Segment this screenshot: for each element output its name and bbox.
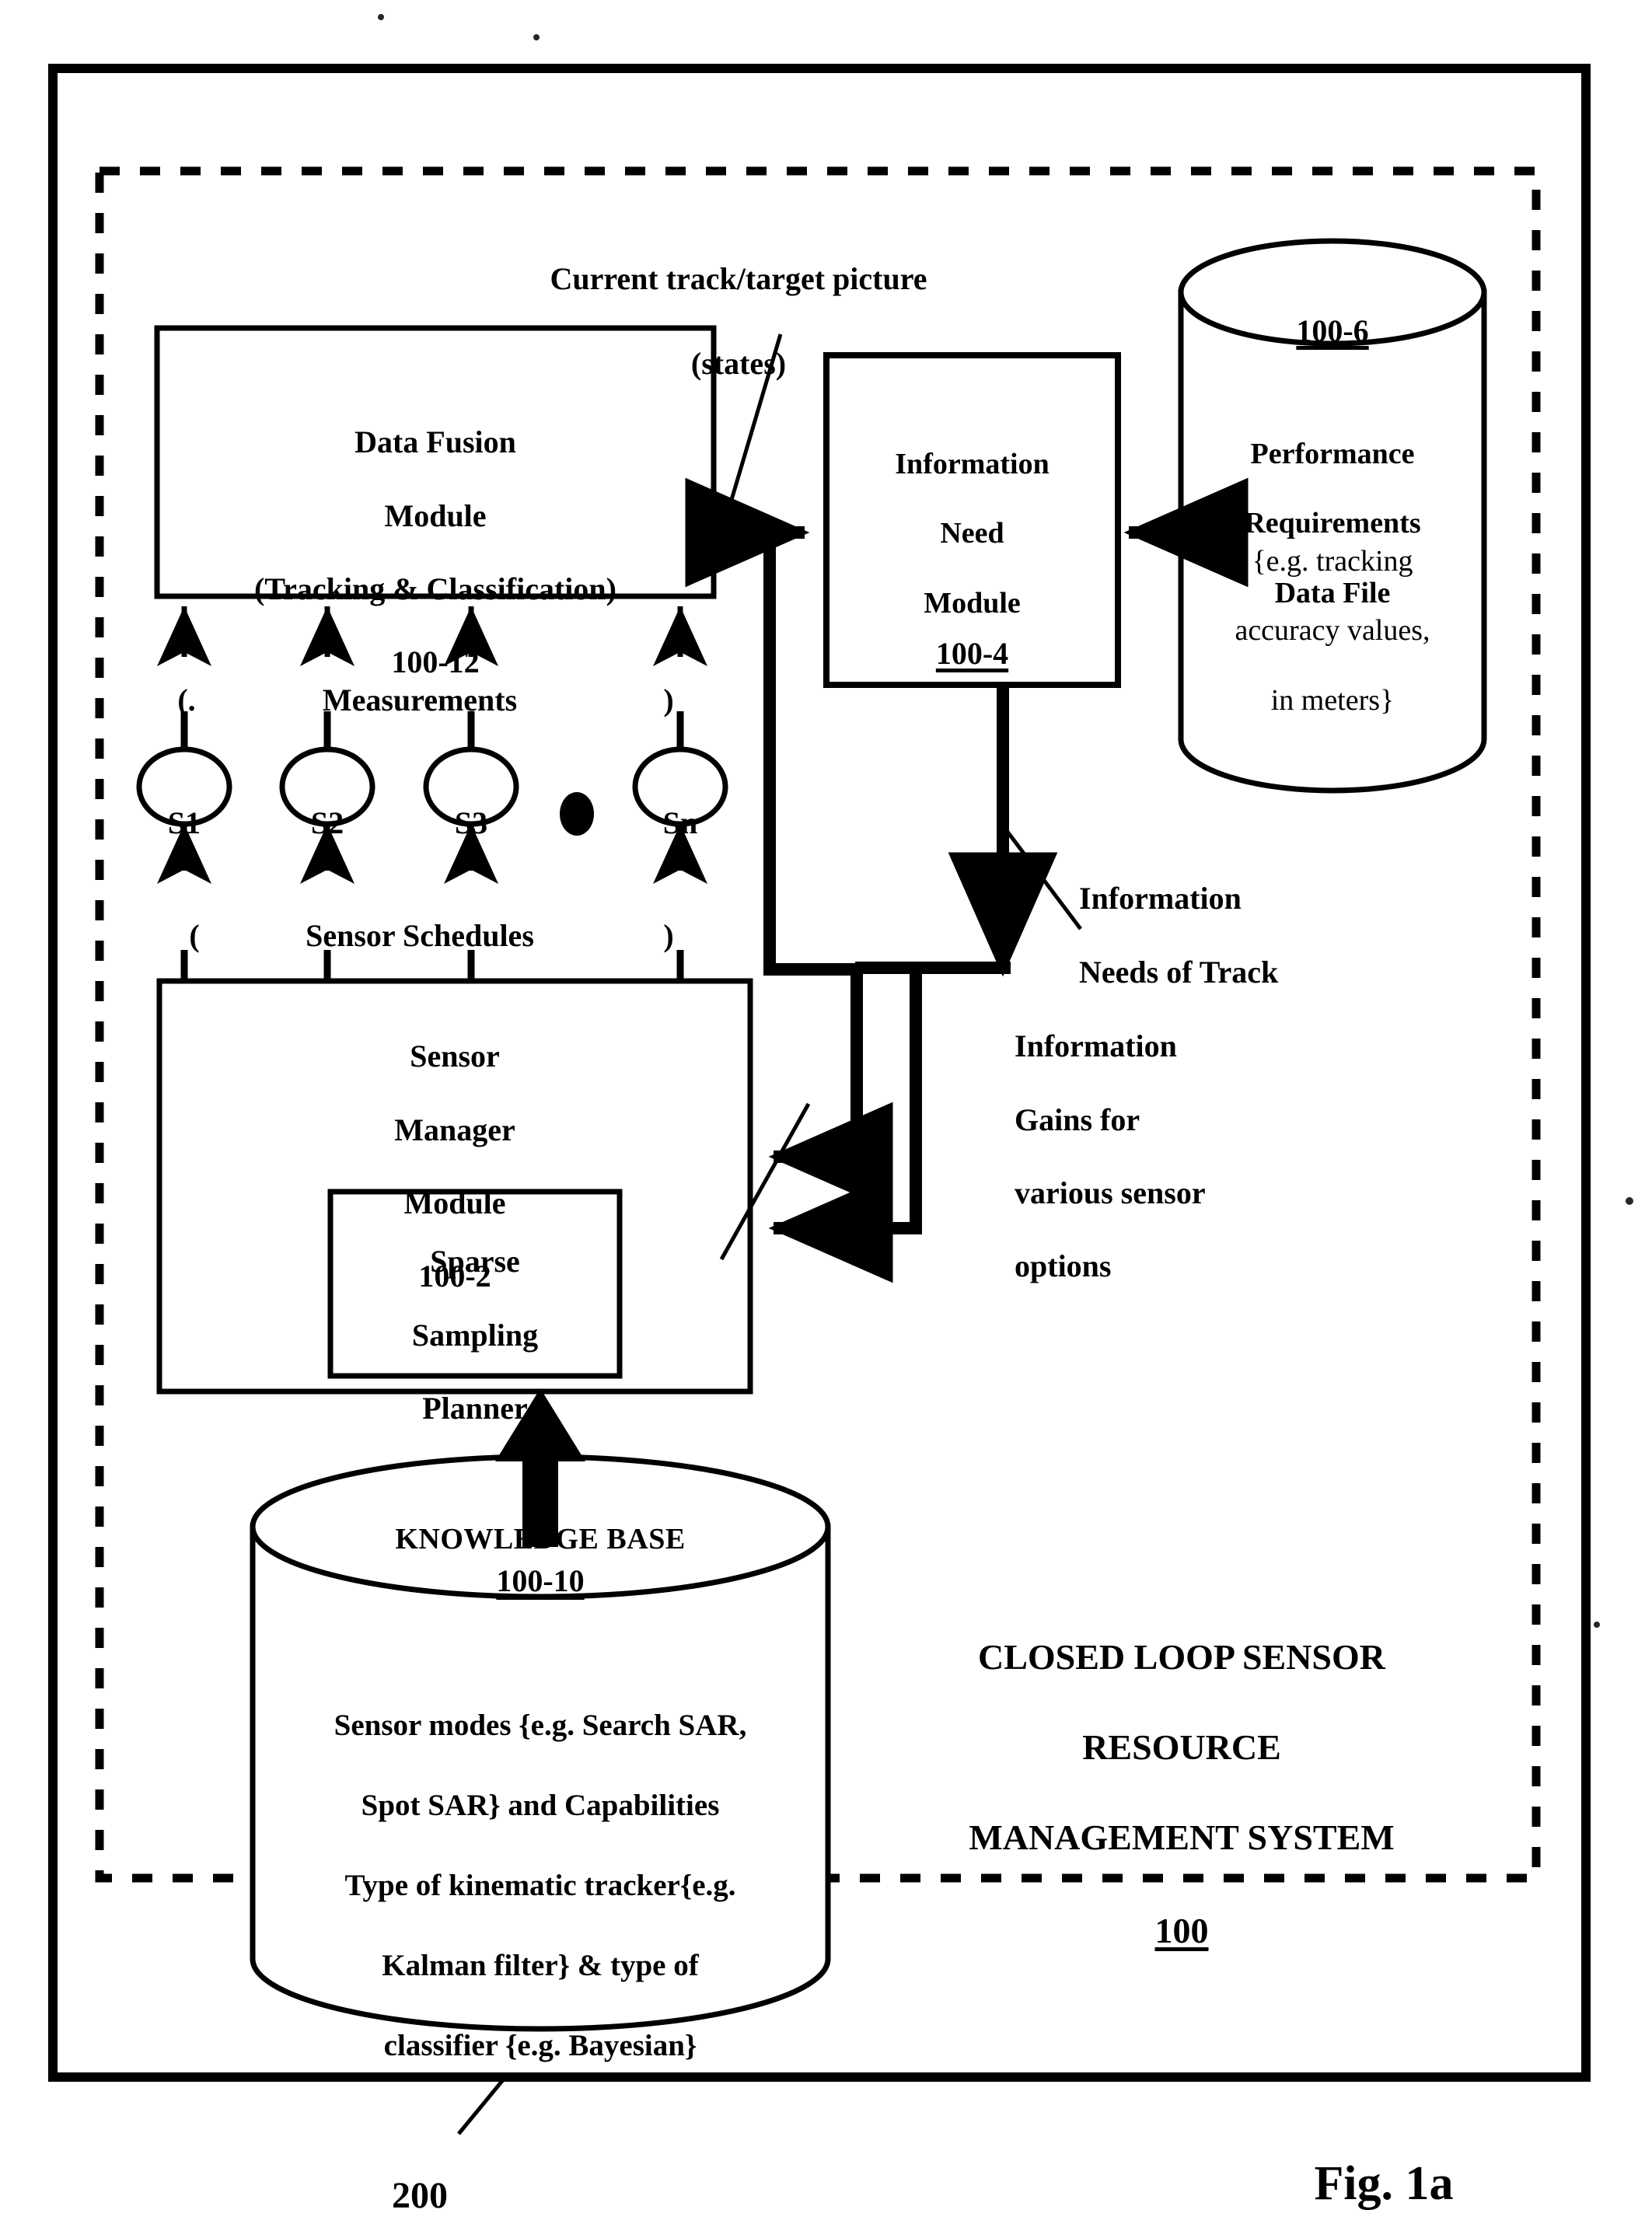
patent-figure-page: Current track/target picture (states) Da… bbox=[0, 0, 1652, 2231]
knowledge-base-body-line5: classifier {e.g. Bayesian} bbox=[383, 2029, 697, 2063]
measurements-open-paren: (. bbox=[155, 645, 218, 718]
sensor-manager-top-stems bbox=[180, 950, 684, 981]
system-title: CLOSED LOOP SENSOR RESOURCE MANAGEMENT S… bbox=[894, 1590, 1469, 1999]
performance-requirements-title-line1: Performance bbox=[1250, 437, 1415, 470]
info-gains-line4: options bbox=[1015, 1248, 1112, 1284]
information-need-line2: Need bbox=[940, 517, 1004, 550]
performance-requirements-note-line1: {e.g. tracking bbox=[1252, 544, 1413, 578]
info-needs-line2: Needs of Track bbox=[1079, 954, 1279, 990]
knowledge-base-body-line3: Type of kinematic tracker{e.g. bbox=[344, 1869, 736, 1903]
sparse-sampling-line1: Sparse bbox=[430, 1244, 520, 1280]
knowledge-base-ref: 100-10 bbox=[496, 1563, 585, 1599]
system-title-line1: CLOSED LOOP SENSOR bbox=[977, 1636, 1386, 1677]
info-gains-line3: various sensor bbox=[1015, 1175, 1206, 1210]
measurements-close-paren-text: ) bbox=[663, 683, 674, 718]
sensor-label-sn: Sn bbox=[635, 768, 725, 841]
data-fusion-line2: Module bbox=[384, 498, 487, 533]
performance-requirements-ref: 100-6 bbox=[1296, 313, 1369, 349]
schedules-close-paren-text: ) bbox=[663, 918, 674, 954]
measurements-label-text: Measurements bbox=[322, 683, 518, 718]
performance-requirements-ref-wrap: 100-6 bbox=[1181, 276, 1484, 349]
sparse-sampling-line3: Planner bbox=[422, 1390, 528, 1426]
figure-label: Fig. 1a bbox=[1228, 2099, 1539, 2212]
sensor-label-s3: S3 bbox=[426, 768, 516, 841]
info-needs-line1: Information bbox=[1079, 881, 1242, 916]
annotation-current-track-line1: Current track/target picture bbox=[550, 261, 927, 297]
schedules-open-paren-text: ( bbox=[189, 918, 200, 954]
knowledge-base-body-line1: Sensor modes {e.g. Search SAR, bbox=[334, 1709, 747, 1743]
sensor-label-s2: S2 bbox=[282, 768, 372, 841]
measurements-close-paren: ) bbox=[637, 645, 700, 718]
annotation-current-track-line2: (states) bbox=[690, 345, 787, 381]
measurements-label: Measurements bbox=[225, 645, 614, 718]
knowledge-base-ref-wrap: 100-10 bbox=[253, 1526, 828, 1599]
information-need-line1: Information bbox=[895, 447, 1050, 480]
sensor-label-s1: S1 bbox=[139, 768, 229, 841]
sparse-sampling-line2: Sampling bbox=[411, 1317, 539, 1353]
system-title-line3: MANAGEMENT SYSTEM bbox=[969, 1817, 1395, 1857]
measurements-open-paren-text: (. bbox=[177, 683, 196, 718]
information-need-ref: 100-4 bbox=[935, 636, 1009, 672]
sensor-manager-line1: Sensor bbox=[410, 1039, 500, 1074]
performance-requirements-note-line3: in meters} bbox=[1270, 684, 1395, 717]
sensor-ellipsis-dot bbox=[560, 792, 594, 836]
sensor-schedules-label-text: Sensor Schedules bbox=[306, 918, 534, 954]
system-ref: 100 bbox=[1154, 1910, 1209, 1950]
sensor-schedules-label: Sensor Schedules bbox=[225, 881, 614, 954]
sensor-manager-line2: Manager bbox=[394, 1112, 515, 1147]
annotation-information-gains: Information Gains for various sensor opt… bbox=[1015, 991, 1357, 1321]
sparse-sampling-planner-label: Sparse Sampling Planner bbox=[330, 1206, 620, 1463]
performance-requirements-note-line2: accuracy values, bbox=[1235, 614, 1430, 648]
schedules-close-paren: ) bbox=[637, 881, 700, 954]
information-need-ref-wrap: 100-4 bbox=[826, 599, 1118, 672]
system-title-line2: RESOURCE bbox=[1082, 1726, 1281, 1767]
information-gains-feedback-arrow bbox=[768, 968, 922, 1283]
sensor-label-s2-text: S2 bbox=[310, 805, 344, 841]
sensor-label-s1-text: S1 bbox=[167, 805, 201, 841]
data-fusion-line3: (Tracking & Classification) bbox=[254, 571, 616, 606]
figure-label-text: Fig. 1a bbox=[1314, 2157, 1454, 2211]
knowledge-base-body-line4: Kalman filter} & type of bbox=[382, 1949, 699, 1983]
sensor-label-s3-text: S3 bbox=[454, 805, 488, 841]
leader-information-needs-of-track bbox=[1006, 830, 1082, 930]
schedules-open-paren: ( bbox=[163, 881, 225, 954]
outer-ref-label: 200 bbox=[342, 2130, 498, 2218]
sensor-label-sn-text: Sn bbox=[662, 805, 698, 841]
knowledge-base-body: Sensor modes {e.g. Search SAR, Spot SAR}… bbox=[253, 1666, 828, 2106]
performance-requirements-note: {e.g. tracking accuracy values, in meter… bbox=[1181, 509, 1484, 753]
info-gains-line2: Gains for bbox=[1015, 1102, 1140, 1137]
knowledge-base-body-line2: Spot SAR} and Capabilities bbox=[361, 1789, 720, 1823]
outer-ref-text: 200 bbox=[392, 2174, 448, 2216]
data-fusion-line1: Data Fusion bbox=[354, 424, 516, 460]
info-gains-line1: Information bbox=[1015, 1028, 1177, 1064]
